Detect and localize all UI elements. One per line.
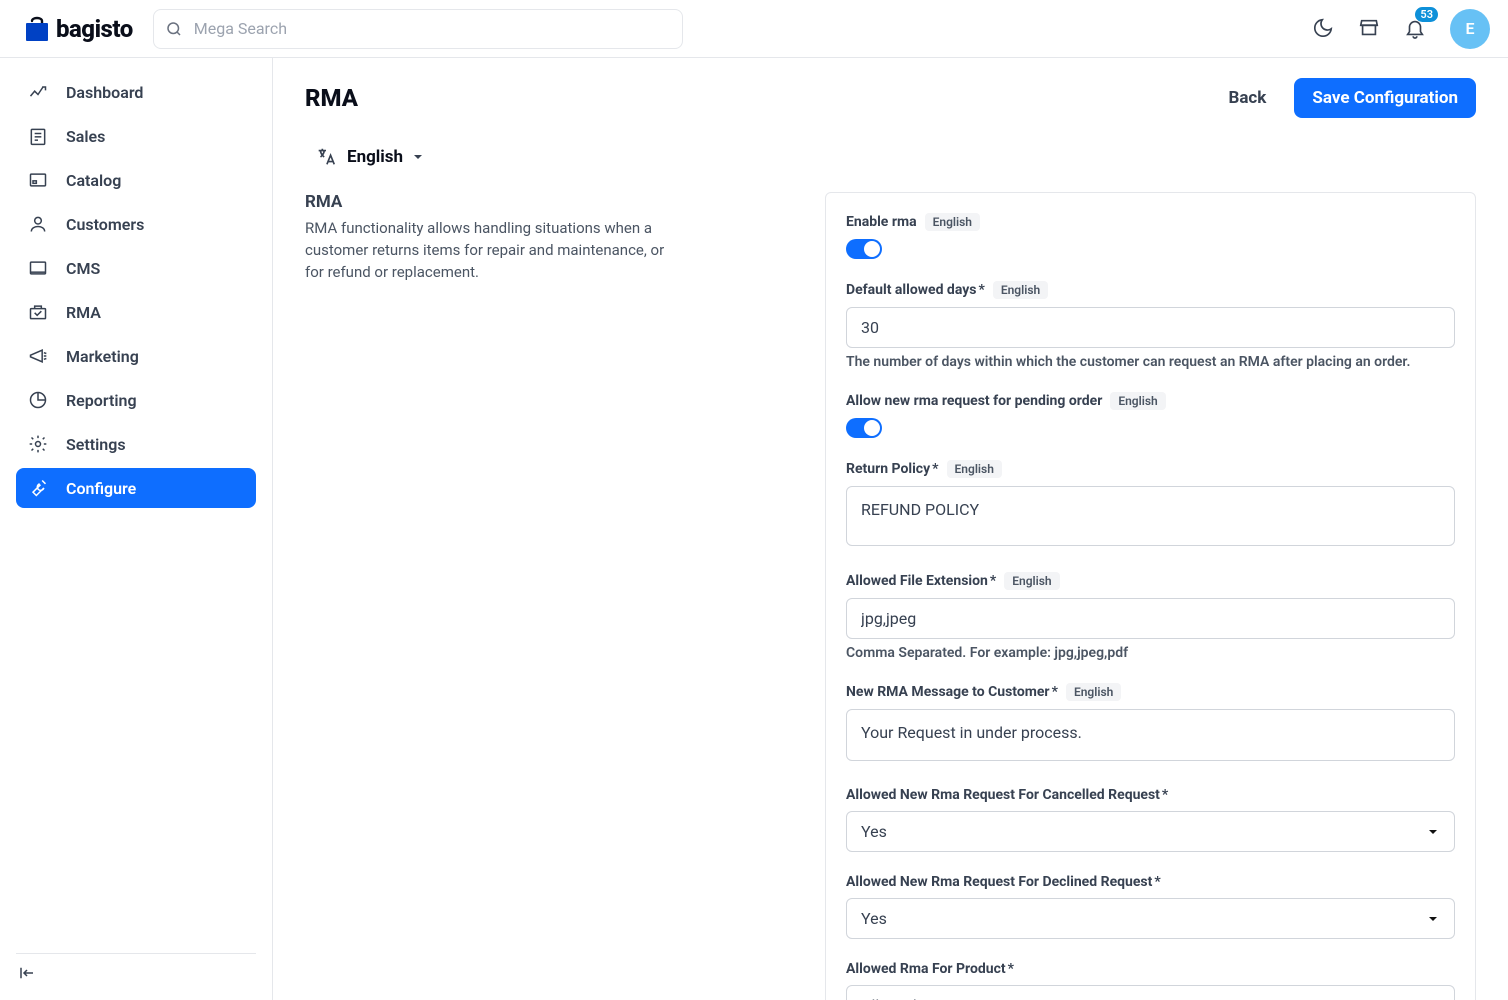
main-content: RMA Back Save Configuration English RMA … — [273, 58, 1508, 1000]
locale-chip: English — [1110, 392, 1165, 410]
logo[interactable]: bagisto — [24, 15, 133, 43]
field-cancelled: Allowed New Rma Request For Cancelled Re… — [846, 787, 1455, 852]
bag-icon — [24, 15, 50, 43]
sidebar-item-label: Catalog — [66, 171, 121, 190]
field-label: Enable rma — [846, 214, 917, 230]
field-default-days: Default allowed days English The number … — [846, 281, 1455, 370]
allow-pending-toggle[interactable] — [846, 418, 882, 438]
mega-search — [153, 9, 683, 49]
back-link[interactable]: Back — [1228, 88, 1266, 108]
chevron-down-icon — [413, 152, 423, 162]
rma-icon — [28, 302, 48, 322]
locale-label: English — [347, 147, 403, 167]
field-msg-customer: New RMA Message to Customer English Your… — [846, 683, 1455, 765]
notif-badge: 53 — [1415, 7, 1438, 22]
sidebar-item-reporting[interactable]: Reporting — [16, 380, 256, 420]
sidebar-item-configure[interactable]: Configure — [16, 468, 256, 508]
sidebar-item-settings[interactable]: Settings — [16, 424, 256, 464]
reporting-icon — [28, 390, 48, 410]
sidebar-item-label: RMA — [66, 303, 101, 322]
customers-icon — [28, 214, 48, 234]
msg-customer-textarea[interactable]: Your Request in under process. — [846, 709, 1455, 761]
collapse-icon — [16, 964, 38, 982]
sidebar-item-marketing[interactable]: Marketing — [16, 336, 256, 376]
return-policy-textarea[interactable]: REFUND POLICY Return Period: — [846, 486, 1455, 546]
sidebar-item-label: Settings — [66, 435, 126, 454]
locale-chip: English — [947, 460, 1002, 478]
brand-name: bagisto — [56, 15, 133, 43]
moon-icon — [1312, 17, 1334, 39]
collapse-sidebar[interactable] — [16, 964, 256, 986]
search-input[interactable] — [153, 9, 683, 49]
marketing-icon — [28, 346, 48, 366]
cancelled-select[interactable]: Yes — [846, 811, 1455, 852]
sales-icon — [28, 126, 48, 146]
locale-chip: English — [1004, 572, 1059, 590]
field-label: New RMA Message to Customer — [846, 684, 1058, 700]
field-label: Allowed Rma For Product — [846, 961, 1014, 977]
field-enable-rma: Enable rma English — [846, 213, 1455, 259]
catalog-icon — [28, 170, 48, 190]
sidebar-item-label: Customers — [66, 215, 144, 234]
sidebar-item-label: Marketing — [66, 347, 139, 366]
field-label: Return Policy — [846, 461, 939, 477]
field-declined: Allowed New Rma Request For Declined Req… — [846, 874, 1455, 939]
dark-mode-toggle[interactable] — [1312, 17, 1336, 41]
for-product-select[interactable]: All Products — [846, 985, 1455, 1000]
declined-select[interactable]: Yes — [846, 898, 1455, 939]
field-label: Allowed New Rma Request For Cancelled Re… — [846, 787, 1168, 803]
sidebar-item-sales[interactable]: Sales — [16, 116, 256, 156]
header-actions: 53 E — [1312, 9, 1490, 49]
header: bagisto 53 E — [0, 0, 1508, 58]
section-intro: RMA RMA functionality allows handling si… — [305, 192, 675, 283]
sidebar: Dashboard Sales Catalog Customers CMS RM… — [0, 58, 273, 1000]
sidebar-item-catalog[interactable]: Catalog — [16, 160, 256, 200]
field-label: Allowed New Rma Request For Declined Req… — [846, 874, 1161, 890]
page-title: RMA — [305, 84, 358, 112]
dashboard-icon — [28, 82, 48, 102]
locale-chip: English — [925, 213, 980, 231]
sidebar-item-label: Configure — [66, 479, 136, 498]
field-label: Allowed File Extension — [846, 573, 996, 589]
default-days-input[interactable] — [846, 307, 1455, 348]
sidebar-item-label: CMS — [66, 259, 100, 278]
visit-store[interactable] — [1358, 17, 1382, 41]
sidebar-item-dashboard[interactable]: Dashboard — [16, 72, 256, 112]
avatar[interactable]: E — [1450, 9, 1490, 49]
sidebar-item-customers[interactable]: Customers — [16, 204, 256, 244]
settings-icon — [28, 434, 48, 454]
help-text: Comma Separated. For example: jpg,jpeg,p… — [846, 645, 1455, 661]
enable-rma-toggle[interactable] — [846, 239, 882, 259]
section-desc: RMA functionality allows handling situat… — [305, 218, 675, 283]
cms-icon — [28, 258, 48, 278]
field-allowed-ext: Allowed File Extension English Comma Sep… — [846, 572, 1455, 661]
help-text: The number of days within which the cust… — [846, 354, 1455, 370]
sidebar-item-cms[interactable]: CMS — [16, 248, 256, 288]
translate-icon — [315, 146, 337, 168]
store-icon — [1358, 17, 1380, 39]
locale-chip: English — [993, 281, 1048, 299]
locale-selector[interactable]: English — [305, 146, 1476, 168]
field-for-product: Allowed Rma For Product All Products — [846, 961, 1455, 1000]
sidebar-item-label: Dashboard — [66, 83, 143, 102]
field-label: Default allowed days — [846, 282, 985, 298]
field-return-policy: Return Policy English REFUND POLICY Retu… — [846, 460, 1455, 550]
save-button[interactable]: Save Configuration — [1294, 78, 1476, 118]
field-allow-pending: Allow new rma request for pending order … — [846, 392, 1455, 438]
allowed-ext-input[interactable] — [846, 598, 1455, 639]
search-icon — [165, 20, 183, 38]
section-heading: RMA — [305, 192, 675, 212]
config-card: Enable rma English Default allowed days … — [825, 192, 1476, 1000]
notifications[interactable]: 53 — [1404, 17, 1428, 41]
locale-chip: English — [1066, 683, 1121, 701]
sidebar-item-label: Reporting — [66, 391, 137, 410]
field-label: Allow new rma request for pending order — [846, 393, 1102, 409]
sidebar-item-label: Sales — [66, 127, 105, 146]
configure-icon — [28, 478, 48, 498]
sidebar-item-rma[interactable]: RMA — [16, 292, 256, 332]
